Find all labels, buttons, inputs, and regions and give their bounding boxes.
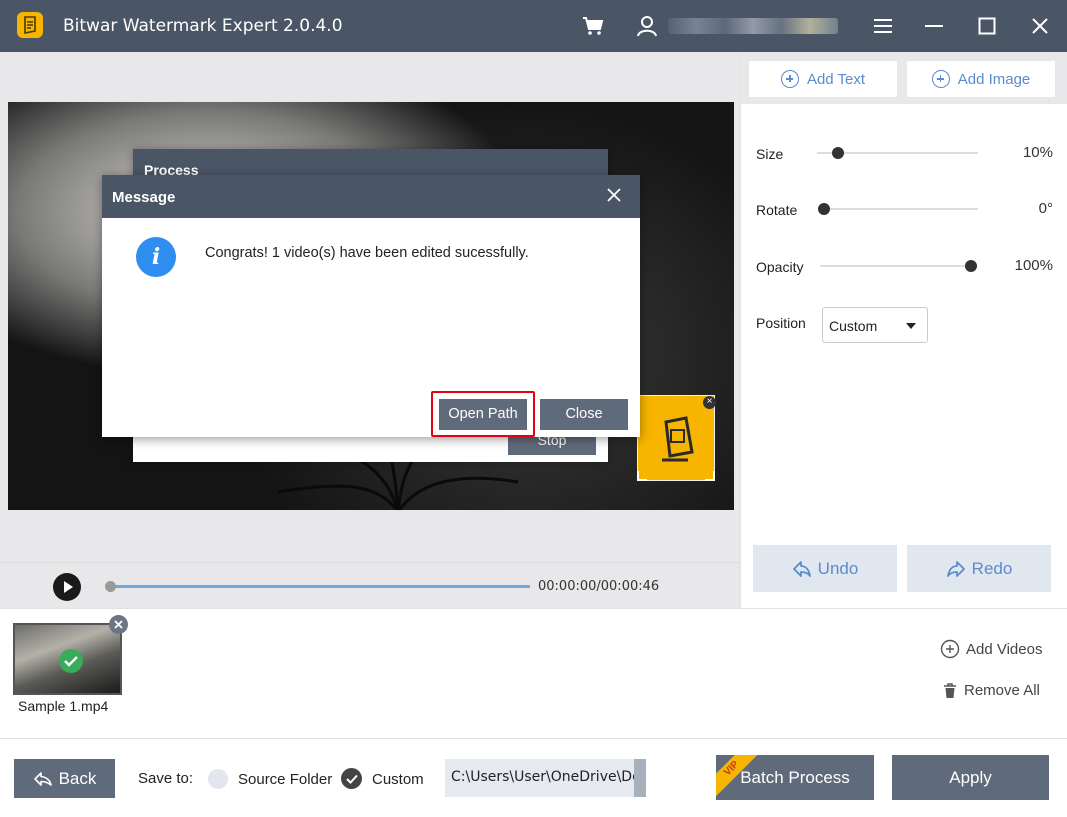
message-dialog-title: Message: [112, 189, 176, 206]
back-label: Back: [58, 768, 97, 788]
watermark-image[interactable]: [637, 395, 715, 481]
add-text-button[interactable]: Add Text: [748, 60, 898, 98]
message-text: Congrats! 1 video(s) have been edited su…: [205, 245, 529, 261]
play-icon[interactable]: [53, 573, 81, 601]
rotate-slider[interactable]: [823, 208, 978, 210]
watermark-logo-icon: [662, 416, 694, 462]
redo-icon: [946, 560, 965, 577]
rotate-label: Rotate: [756, 202, 798, 218]
position-label: Position: [756, 315, 806, 331]
undo-label: Undo: [817, 558, 859, 578]
size-slider-knob[interactable]: [831, 147, 844, 159]
position-select-value: Custom: [829, 318, 878, 334]
remove-all-label: Remove All: [964, 682, 1040, 699]
custom-radio[interactable]: [341, 768, 362, 789]
opacity-slider-knob[interactable]: [965, 260, 977, 272]
info-icon: i: [136, 237, 176, 277]
redo-label: Redo: [971, 558, 1013, 578]
back-button[interactable]: Back: [14, 759, 115, 798]
menu-icon[interactable]: [872, 14, 894, 38]
position-select[interactable]: Custom: [822, 307, 928, 343]
message-dialog: Message i Congrats! 1 video(s) have been…: [102, 175, 640, 437]
add-videos-button[interactable]: Add Videos: [940, 639, 1042, 659]
opacity-slider[interactable]: [820, 265, 977, 267]
add-image-label: Add Image: [957, 70, 1031, 88]
cart-icon[interactable]: [581, 14, 605, 38]
add-circle-icon: [940, 639, 960, 659]
batch-process-label: Batch Process: [740, 767, 850, 787]
plus-circle-icon: [931, 70, 950, 88]
title-bar: Bitwar Watermark Expert 2.0.4.0: [0, 0, 1067, 52]
opacity-label: Opacity: [756, 259, 804, 275]
size-label: Size: [756, 146, 784, 162]
playback-bar: 00:00:00/00:00:46: [0, 562, 740, 608]
user-icon[interactable]: [636, 14, 658, 38]
dialog-close-icon[interactable]: [604, 185, 624, 205]
output-path-text: C:\Users\User\OneDrive\De: [451, 769, 641, 785]
user-name-redacted: [668, 18, 838, 34]
plus-circle-icon: [780, 70, 799, 88]
timeline-handle[interactable]: [105, 581, 116, 592]
remove-all-button[interactable]: Remove All: [942, 682, 1040, 699]
maximize-icon[interactable]: [977, 14, 997, 38]
remove-file-icon[interactable]: [109, 615, 128, 634]
save-to-label: Save to:: [138, 770, 194, 787]
rotate-slider-knob[interactable]: [818, 203, 830, 215]
timecode: 00:00:00/00:00:46: [538, 579, 660, 594]
file-list: Sample 1.mp4 Add Videos Remove All: [0, 608, 1067, 728]
source-folder-label[interactable]: Source Folder: [238, 771, 332, 788]
open-path-button[interactable]: Open Path: [439, 399, 527, 430]
custom-label[interactable]: Custom: [372, 771, 424, 788]
settings-panel: Add Text Add Image Size 10% Rotate 0° Op…: [740, 52, 1067, 608]
add-videos-label: Add Videos: [966, 640, 1043, 658]
path-scrollbar[interactable]: [634, 759, 646, 797]
file-name: Sample 1.mp4: [18, 698, 109, 714]
opacity-value: 100%: [1014, 257, 1053, 274]
undo-button[interactable]: Undo: [753, 545, 897, 592]
source-folder-radio[interactable]: [208, 769, 228, 789]
trash-icon: [944, 682, 956, 698]
redo-button[interactable]: Redo: [907, 545, 1051, 592]
close-icon[interactable]: [1030, 14, 1050, 38]
app-title: Bitwar Watermark Expert 2.0.4.0: [63, 16, 343, 36]
batch-process-button[interactable]: VIP Batch Process: [716, 755, 874, 800]
app-logo-icon: [17, 12, 43, 38]
bottom-bar: Back Save to: Source Folder Custom C:\Us…: [0, 738, 1067, 817]
resize-handle[interactable]: [705, 471, 715, 481]
timeline-track[interactable]: [113, 585, 530, 588]
remove-watermark-icon[interactable]: ×: [703, 396, 716, 409]
rotate-value: 0°: [1038, 200, 1053, 217]
output-path-field[interactable]: C:\Users\User\OneDrive\De: [445, 759, 646, 797]
add-image-button[interactable]: Add Image: [906, 60, 1056, 98]
add-toolbar: Add Text Add Image: [741, 52, 1067, 104]
add-text-label: Add Text: [806, 70, 866, 88]
resize-handle[interactable]: [637, 471, 647, 481]
message-dialog-header: Message: [102, 175, 640, 218]
video-thumbnail[interactable]: [13, 623, 122, 695]
back-arrow-icon: [33, 771, 52, 786]
check-icon: [59, 649, 83, 673]
apply-button[interactable]: Apply: [892, 755, 1049, 800]
undo-icon: [792, 560, 811, 577]
minimize-icon[interactable]: [923, 14, 945, 38]
close-button[interactable]: Close: [540, 399, 628, 430]
caret-down-icon: [906, 323, 916, 329]
size-value: 10%: [1022, 144, 1053, 161]
